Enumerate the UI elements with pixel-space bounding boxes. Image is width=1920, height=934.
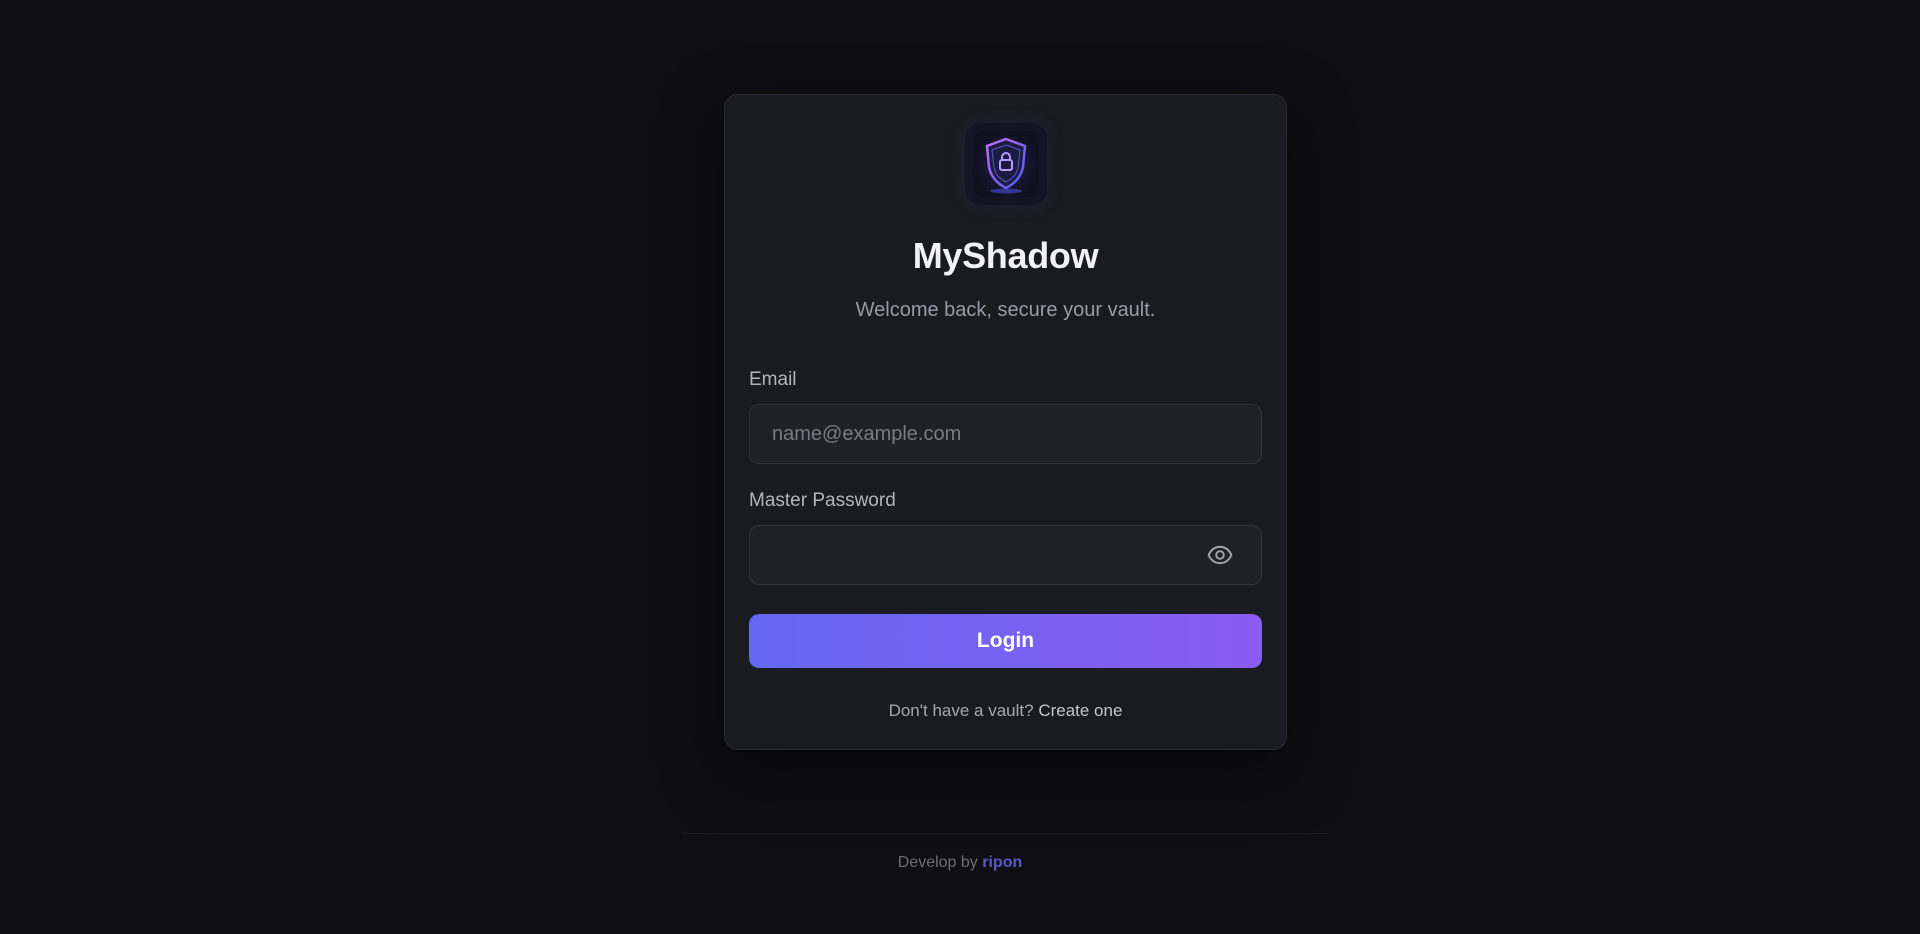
signup-question: Don't have a vault? bbox=[888, 701, 1034, 720]
footer-divider bbox=[682, 833, 1328, 834]
show-password-toggle[interactable] bbox=[1206, 541, 1234, 569]
login-card: MyShadow Welcome back, secure your vault… bbox=[724, 94, 1287, 750]
create-vault-link[interactable]: Create one bbox=[1038, 701, 1122, 720]
page-title: MyShadow bbox=[912, 235, 1099, 276]
app-logo bbox=[965, 123, 1047, 205]
shield-logo-icon bbox=[973, 131, 1039, 197]
password-label: Master Password bbox=[749, 490, 896, 511]
signup-prompt: Don't have a vault? Create one bbox=[725, 701, 1286, 721]
email-field[interactable] bbox=[749, 404, 1262, 464]
eye-icon bbox=[1207, 545, 1233, 565]
email-label: Email bbox=[749, 369, 797, 390]
footer-text: Develop by bbox=[897, 854, 978, 871]
password-field[interactable] bbox=[749, 525, 1262, 585]
page-subtitle: Welcome back, secure your vault. bbox=[855, 299, 1156, 321]
login-button[interactable]: Login bbox=[749, 614, 1262, 668]
footer: Develop by ripon bbox=[0, 854, 1920, 872]
author-link[interactable]: ripon bbox=[982, 854, 1022, 871]
